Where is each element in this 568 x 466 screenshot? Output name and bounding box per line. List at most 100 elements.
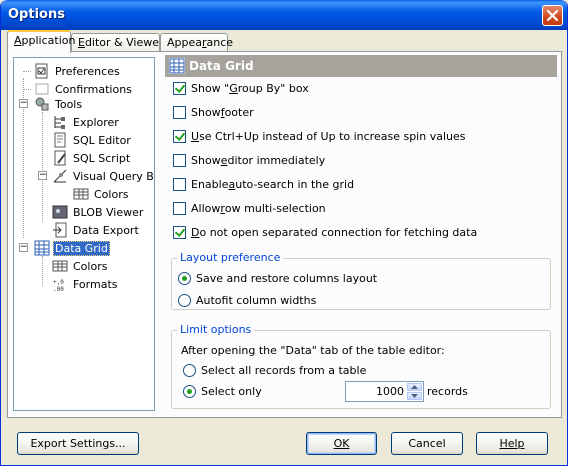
sql-editor-icon <box>54 132 66 148</box>
close-icon <box>546 9 559 22</box>
radio-label: Autofit column widths <box>196 293 317 307</box>
tab-editor-viewers-mnemonic: E <box>78 36 85 49</box>
checkbox-label-end: roup By" box <box>237 81 309 95</box>
spin-up-button[interactable] <box>407 383 422 391</box>
tree-line <box>42 112 43 222</box>
data-grid-icon <box>34 240 50 256</box>
checkbox-label-start: Show <box>191 105 221 119</box>
tree-item-preferences[interactable]: Preferences <box>34 62 122 80</box>
tree-item-label: Preferences <box>55 64 120 78</box>
data-export-icon <box>53 222 67 238</box>
radio-button[interactable] <box>183 384 196 398</box>
help-button[interactable]: Help <box>476 432 548 455</box>
svg-text:.00: .00 <box>53 286 64 292</box>
options-tree[interactable]: Preferences Confirmations − Tools Explor… <box>13 57 155 411</box>
spin-down-button[interactable] <box>407 392 422 400</box>
checkbox[interactable] <box>173 225 186 239</box>
tree-item-visual-query-builder[interactable]: Visual Query Build <box>52 167 154 185</box>
radio-button[interactable] <box>178 271 191 285</box>
checkbox-label-end: o not open separated connection for fetc… <box>199 225 478 239</box>
collapse-visual-query-builder-icon[interactable]: − <box>38 171 47 180</box>
tab-panel-application: Preferences Confirmations − Tools Explor… <box>7 51 562 418</box>
tree-item-label: Data Export <box>73 223 139 237</box>
window-title: Options <box>8 7 65 22</box>
show-editor-immediately-checkbox[interactable]: Show e ditor immediately <box>173 152 325 168</box>
checkbox-label-mnemonic: D <box>191 225 200 239</box>
radio-button[interactable] <box>178 293 191 307</box>
colors-icon <box>52 260 68 272</box>
tree-item-vqb-colors[interactable]: Colors <box>73 185 130 203</box>
tree-item-explorer[interactable]: Explorer <box>52 113 121 131</box>
layout-preference-title: Layout preference <box>177 251 284 264</box>
checkbox-label-start: Show <box>191 153 221 167</box>
checkbox[interactable] <box>173 105 186 119</box>
select-only-radio[interactable]: Select only <box>183 383 262 399</box>
ok-button[interactable]: OK <box>306 432 377 455</box>
tree-item-label: SQL Editor <box>73 133 131 147</box>
show-group-by-box-checkbox[interactable]: Show " Group By" box <box>173 80 309 96</box>
records-count-spinner[interactable]: 1000 <box>345 381 424 402</box>
tree-item-label: SQL Script <box>73 151 131 165</box>
checkbox[interactable] <box>173 177 186 191</box>
radio-button[interactable] <box>183 363 196 377</box>
sql-script-icon <box>54 150 66 166</box>
title-bar[interactable]: Options <box>1 0 567 30</box>
checkbox-label-end: ow multi-selection <box>224 201 326 215</box>
checkbox-label-mnemonic: G <box>229 81 238 95</box>
radio-label: Select only <box>201 384 262 398</box>
checkbox-label-end: ooter <box>224 105 254 119</box>
autofit-column-widths-radio[interactable]: Autofit column widths <box>178 292 316 308</box>
export-settings-button[interactable]: Export Settings... <box>17 432 139 455</box>
allow-row-multi-selection-checkbox[interactable]: Allow r ow multi-selection <box>173 200 326 216</box>
checkbox[interactable] <box>173 81 186 95</box>
use-ctrl-up-checkbox[interactable]: Use Ctrl+Up instead of Up to increase sp… <box>173 128 465 144</box>
section-title: Data Grid <box>189 59 254 73</box>
tree-item-label: Colors <box>73 259 108 273</box>
tree-item-sql-editor[interactable]: SQL Editor <box>52 131 133 149</box>
tree-item-tools[interactable]: Tools <box>34 95 84 113</box>
enable-auto-search-checkbox[interactable]: Enable a uto-search in the grid <box>173 176 354 192</box>
show-footer-checkbox[interactable]: Show f ooter <box>173 104 254 120</box>
tree-line <box>23 71 31 72</box>
tree-item-label: BLOB Viewer <box>73 205 144 219</box>
tab-appearance[interactable]: Appearance <box>160 33 233 52</box>
tree-item-sql-script[interactable]: SQL Script <box>52 149 132 167</box>
checkbox-label-start: Allow <box>191 201 221 215</box>
tree-item-label: Explorer <box>73 115 119 129</box>
tree-item-grid-colors[interactable]: Colors <box>52 257 109 275</box>
limit-options-description: After opening the "Data" tab of the tabl… <box>181 344 445 357</box>
checkbox[interactable] <box>173 201 186 215</box>
visual-query-builder-icon <box>53 169 67 183</box>
checkbox[interactable] <box>173 153 186 167</box>
tree-item-data-export[interactable]: Data Export <box>52 221 141 239</box>
cancel-button[interactable]: Cancel <box>391 432 463 455</box>
do-not-open-separated-connection-checkbox[interactable]: Do not open separated connection for fet… <box>173 224 477 240</box>
records-count-value[interactable]: 1000 <box>376 385 404 398</box>
tab-application-mnemonic: A <box>14 34 22 47</box>
spinner-buttons <box>407 383 422 400</box>
data-grid-icon <box>169 58 185 74</box>
save-restore-columns-layout-radio[interactable]: Save and restore columns layout <box>178 270 377 286</box>
tree-item-label: Data Grid <box>53 240 110 256</box>
select-all-records-radio[interactable]: Select all records from a table <box>183 362 366 378</box>
tab-application[interactable]: Application <box>7 30 75 53</box>
ok-label: OK <box>333 437 350 450</box>
tab-editor-viewers[interactable]: Editor & Viewers <box>71 33 169 52</box>
tree-item-data-grid[interactable]: Data Grid <box>34 239 110 257</box>
checkbox[interactable] <box>173 129 186 143</box>
arrow-up-icon <box>411 385 418 389</box>
tree-item-formats[interactable]: +,0.00 Formats <box>52 275 120 293</box>
section-header: Data Grid <box>165 55 557 77</box>
tree-item-label: Colors <box>94 187 129 201</box>
tree-line <box>23 89 31 90</box>
tree-line <box>42 256 43 286</box>
tree-item-blob-viewer[interactable]: BLOB Viewer <box>52 203 145 221</box>
checkbox-label-mnemonic: U <box>191 129 200 143</box>
checkbox-label-mnemonic: a <box>228 177 236 191</box>
collapse-data-grid-icon[interactable]: − <box>19 243 28 252</box>
tab-editor-viewers-label: ditor & Viewers <box>84 36 170 49</box>
close-button[interactable] <box>542 5 563 26</box>
arrow-down-icon <box>411 394 418 398</box>
checkbox-label-end: se Ctrl+Up instead of Up to increase spi… <box>199 129 466 143</box>
collapse-tools-icon[interactable]: − <box>19 99 28 108</box>
